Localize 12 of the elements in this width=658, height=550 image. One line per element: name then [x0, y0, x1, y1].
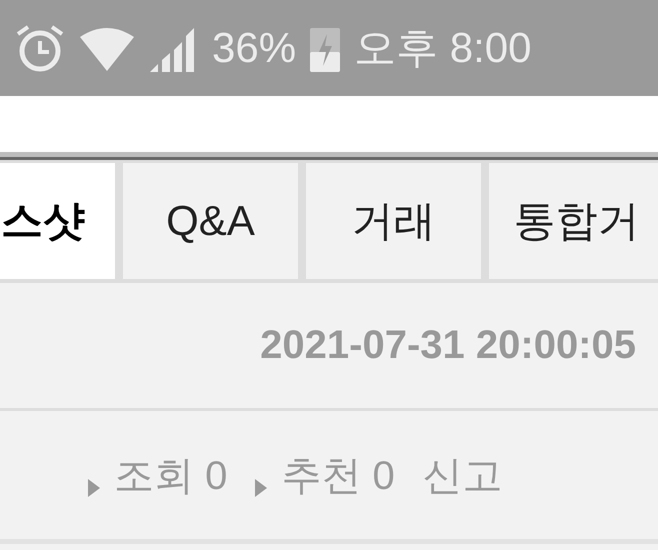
tab[interactable]: 스샷	[0, 163, 115, 279]
clock-time: 오후 8:00	[354, 23, 532, 73]
tab[interactable]: 거래	[306, 163, 481, 279]
tab[interactable]: Q&A	[123, 163, 298, 279]
arrow-icon	[88, 479, 102, 497]
stat-count: 추천 0	[281, 452, 395, 500]
wifi-icon	[78, 25, 136, 71]
post-date: 2021-07-31 20:00:05	[260, 323, 636, 368]
arrow-icon	[255, 479, 270, 497]
battery-percent: 36%	[212, 24, 296, 72]
tab[interactable]: 통합거	[489, 163, 658, 279]
stat-count: 조회 0	[114, 452, 228, 500]
